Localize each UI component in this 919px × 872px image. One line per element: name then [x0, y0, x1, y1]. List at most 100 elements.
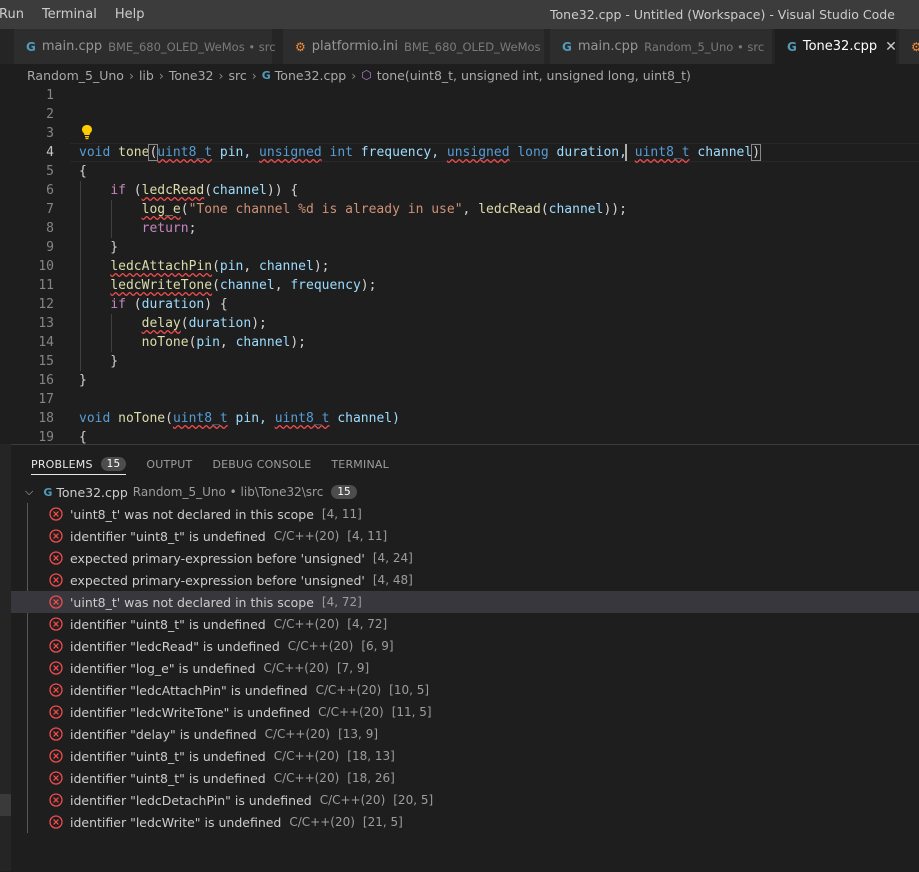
problem-item[interactable]: 'uint8_t' was not declared in this scope… — [11, 503, 919, 525]
tab-terminal[interactable]: TERMINAL — [331, 458, 389, 471]
problem-message: identifier "delay" is undefined — [70, 726, 257, 742]
menu-bar: Run Terminal Help — [0, 0, 154, 29]
problem-source: C/C++(20) — [287, 639, 354, 653]
tab-label: Tone32.cpp — [802, 39, 878, 54]
problem-item[interactable]: identifier "uint8_t" is undefined C/C++(2… — [11, 525, 919, 547]
problem-item[interactable]: 'uint8_t' was not declared in this scope… — [11, 591, 919, 613]
line-number: 1 — [46, 88, 54, 103]
problem-message: identifier "ledcRead" is undefined — [70, 638, 280, 654]
chevron-right-icon: › — [158, 67, 164, 83]
platformio-icon: ⚙ — [295, 39, 306, 54]
problem-item[interactable]: identifier "delay" is undefined C/C++(20)… — [11, 723, 919, 745]
code-line: ledcAttachPin(pin, channel); — [110, 259, 330, 274]
chevron-down-icon[interactable]: ⌵ — [25, 485, 33, 499]
problem-item[interactable]: identifier "ledcWrite" is undefined C/C++… — [11, 811, 919, 833]
problem-item[interactable]: identifier "ledcWriteTone" is undefined C… — [11, 701, 919, 723]
text-cursor — [625, 144, 627, 161]
line-number: 8 — [46, 221, 54, 236]
tab-main-cpp-bme[interactable]: G main.cpp BME_680_OLED_WeMos • src — [14, 29, 276, 64]
problems-count-badge: 15 — [100, 457, 127, 471]
code-line: if (ledcRead(channel)) { — [110, 183, 299, 198]
problem-message: expected primary-expression before 'unsi… — [70, 550, 365, 566]
code-line: { — [79, 430, 87, 444]
file-problem-count-badge: 15 — [331, 485, 357, 499]
error-icon — [49, 727, 63, 741]
problem-item[interactable]: identifier "uint8_t" is undefined C/C++(2… — [11, 745, 919, 767]
code-line: } — [79, 354, 119, 369]
line-number: 15 — [38, 354, 54, 369]
problem-item[interactable]: identifier "uint8_t" is undefined C/C++(2… — [11, 767, 919, 789]
breadcrumb: Random_5_Uno › lib › Tone32 › src › G To… — [0, 64, 919, 86]
problem-message: identifier "ledcDetachPin" is undefined — [70, 792, 312, 808]
problem-source: C/C++(20) — [273, 771, 340, 785]
title-bar: Run Terminal Help Tone32.cpp - Untitled … — [0, 0, 919, 29]
error-icon — [49, 573, 63, 587]
problem-item[interactable]: expected primary-expression before 'unsi… — [11, 569, 919, 591]
problem-item[interactable]: identifier "ledcAttachPin" is undefined C… — [11, 679, 919, 701]
error-icon — [49, 705, 63, 719]
platformio-icon: ⚙ — [911, 39, 919, 54]
menu-run[interactable]: Run — [0, 7, 33, 22]
chevron-right-icon: › — [128, 67, 134, 83]
code-editor[interactable]: 1 2 3 4 void tone(uint8_t pin, unsigned … — [0, 86, 919, 444]
tab-main-cpp-random[interactable]: G main.cpp Random_5_Uno • src — [550, 29, 773, 64]
tab-label: PROBLEMS — [31, 457, 93, 471]
menu-terminal[interactable]: Terminal — [33, 7, 106, 22]
problem-item[interactable]: expected primary-expression before 'unsi… — [11, 547, 919, 569]
tab-label: main.cpp — [41, 39, 103, 54]
menu-help[interactable]: Help — [106, 7, 154, 22]
problem-item[interactable]: identifier "log_e" is undefined C/C++(20)… — [11, 657, 919, 679]
breadcrumb-item[interactable]: tone(uint8_t, unsigned int, unsigned lon… — [377, 68, 691, 83]
problem-message: 'uint8_t' was not declared in this scope — [70, 506, 314, 522]
breadcrumb-item[interactable]: Tone32.cpp — [275, 68, 346, 83]
breadcrumb-item[interactable]: Random_5_Uno — [27, 68, 124, 83]
tab-description: BME_680_OLED_WeMos • src — [108, 39, 276, 54]
problem-file-path: Random_5_Uno • lib\Tone32\src — [132, 485, 324, 499]
tab-problems[interactable]: PROBLEMS 15 — [31, 457, 127, 475]
tab-debug-console[interactable]: DEBUG CONSOLE — [212, 458, 311, 471]
tab-platformio-ini[interactable]: ⚙ platformio.ini BME_680_OLED_WeMos — [283, 29, 545, 64]
error-icon — [49, 639, 63, 653]
problem-location: [4, 48] — [372, 573, 413, 587]
cpp-file-icon: G — [26, 39, 36, 54]
problem-message: identifier "uint8_t" is undefined — [70, 748, 266, 764]
tab-description: Random_5_Uno • src — [644, 39, 765, 54]
problem-message: identifier "uint8_t" is undefined — [70, 616, 266, 632]
problem-item[interactable]: identifier "ledcDetachPin" is undefined C… — [11, 789, 919, 811]
line-number: 17 — [38, 392, 54, 407]
code-line: return; — [141, 221, 197, 236]
error-icon — [49, 749, 63, 763]
line-number: 3 — [46, 126, 54, 141]
problem-source: C/C++(20) — [273, 529, 340, 543]
problem-location: [10, 5] — [389, 683, 430, 697]
error-icon — [49, 683, 63, 697]
problem-file-group[interactable]: ⌵ G Tone32.cpp Random_5_Uno • lib\Tone32… — [11, 481, 919, 503]
problem-source: C/C++(20) — [318, 705, 384, 719]
cpp-file-icon: G — [787, 39, 797, 54]
tab-overflow[interactable]: ⚙ — [899, 29, 919, 64]
line-number: 12 — [38, 297, 54, 312]
line-number: 16 — [38, 373, 54, 388]
code-line: void tone(uint8_t pin, unsigned int freq… — [79, 144, 761, 161]
cpp-file-icon: G — [43, 485, 53, 499]
problem-message: identifier "uint8_t" is undefined — [70, 528, 266, 544]
problem-location: [4, 11] — [321, 507, 362, 521]
line-number: 19 — [38, 430, 54, 444]
tab-tone32-cpp[interactable]: G Tone32.cpp ✕ — [775, 29, 897, 64]
problem-file-name: Tone32.cpp — [56, 484, 128, 500]
tab-label: platformio.ini — [311, 39, 398, 54]
tab-output[interactable]: OUTPUT — [146, 458, 192, 471]
problem-message: identifier "log_e" is undefined — [70, 660, 256, 676]
tab-label: main.cpp — [577, 39, 639, 54]
breadcrumb-item[interactable]: src — [229, 68, 247, 83]
close-icon[interactable]: ✕ — [885, 39, 897, 55]
breadcrumb-item[interactable]: Tone32 — [169, 68, 214, 83]
problem-message: identifier "uint8_t" is undefined — [70, 770, 266, 786]
breadcrumb-item[interactable]: lib — [139, 68, 154, 83]
problem-item[interactable]: identifier "uint8_t" is undefined C/C++(2… — [11, 613, 919, 635]
problem-location: [11, 5] — [391, 705, 432, 719]
problem-item[interactable]: identifier "ledcRead" is undefined C/C++(… — [11, 635, 919, 657]
error-icon — [49, 551, 63, 565]
problem-location: [4, 11] — [347, 529, 388, 543]
problem-source: C/C++(20) — [264, 727, 331, 741]
